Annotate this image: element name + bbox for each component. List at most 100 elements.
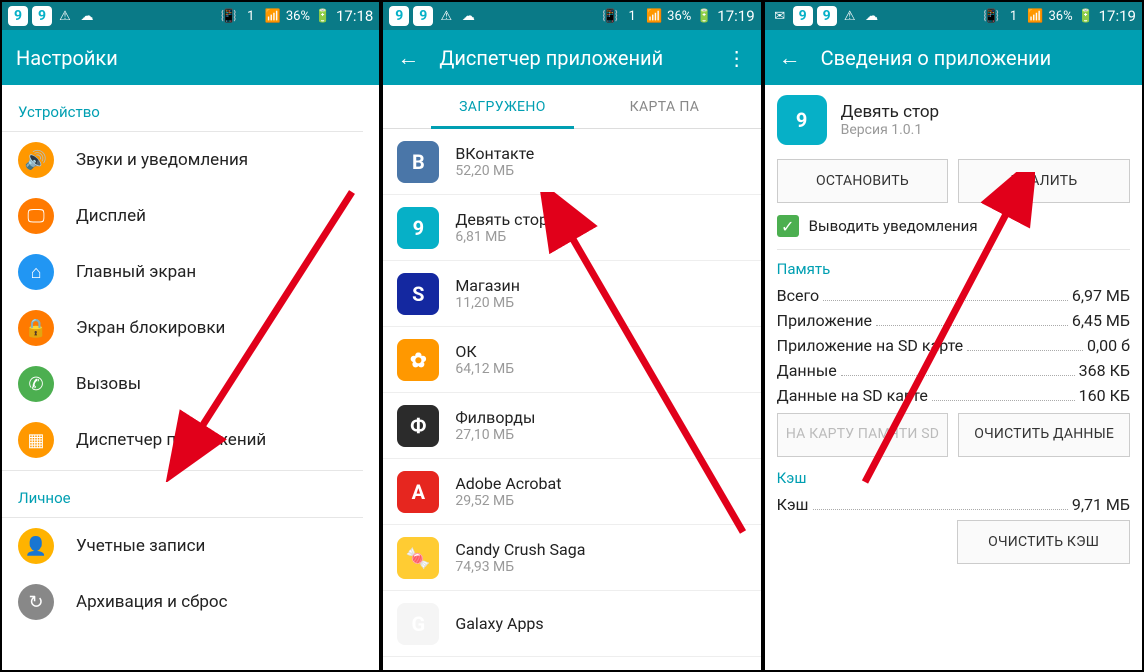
battery-icon: 🔋 (1077, 7, 1095, 25)
clock: 17:19 (717, 7, 754, 25)
appbar: ← Диспетчер приложений ⋮ (383, 30, 760, 85)
vibrate-icon: 📳 (982, 7, 1000, 25)
app-name: Девять стор (841, 102, 939, 122)
memory-key: Приложение на SD карте (777, 336, 963, 355)
settings-item-label: Диспетчер приложений (76, 430, 266, 450)
screen-settings: 9 9 ⚠ ☁ 📳 1 📶 36% 🔋 17:18 Настройки Устр… (0, 0, 381, 672)
settings-item[interactable]: 🔊Звуки и уведомления (2, 132, 379, 188)
app-list-item[interactable]: 9Девять стор6,81 МБ (383, 195, 760, 261)
section-cache: Кэш (777, 469, 1130, 487)
person-icon: 👤 (18, 528, 54, 564)
app-icon: B (397, 141, 439, 183)
app-size: 27,10 МБ (455, 427, 535, 443)
app-notification-icon: 9 (413, 6, 433, 26)
tab-downloaded[interactable]: ЗАГРУЖЕНО (383, 85, 621, 128)
settings-item-label: Главный экран (76, 262, 196, 282)
app-list-item[interactable]: ✿ОК64,12 МБ (383, 327, 760, 393)
signal-icon: 📶 (264, 7, 282, 25)
app-notification-icon: 9 (793, 6, 813, 26)
settings-item-label: Архивация и сброс (76, 592, 228, 612)
sim-icon: 1 (242, 7, 260, 25)
envelope-icon: ✉ (771, 7, 789, 25)
notifications-checkbox-row[interactable]: ✓ Выводить уведомления (777, 215, 1130, 237)
memory-row: Всего6,97 МБ (777, 286, 1130, 305)
app-size: 74,93 МБ (455, 559, 585, 575)
clock: 17:19 (1099, 7, 1136, 25)
section-header-personal: Личное (2, 471, 379, 515)
app-list-item[interactable]: SМагазин11,20 МБ (383, 261, 760, 327)
memory-row: Приложение6,45 МБ (777, 311, 1130, 330)
app-icon: G (397, 603, 439, 645)
stop-button[interactable]: ОСТАНОВИТЬ (777, 159, 949, 203)
app-list-item[interactable]: AAdobe Acrobat29,52 МБ (383, 459, 760, 525)
section-header-device: Устройство (2, 85, 379, 129)
signal-icon: 📶 (1026, 7, 1044, 25)
settings-item[interactable]: ▦ Диспетчер приложений (2, 412, 379, 468)
clock: 17:18 (336, 7, 373, 25)
memory-key: Приложение (777, 311, 872, 330)
memory-key: Данные (777, 361, 837, 380)
settings-item[interactable]: ⌂Главный экран (2, 244, 379, 300)
settings-item[interactable]: ↻ Архивация и сброс (2, 574, 379, 630)
battery-icon: 🔋 (314, 7, 332, 25)
app-icon: ✿ (397, 339, 439, 381)
settings-list: Устройство 🔊Звуки и уведомления🖵Дисплей⌂… (2, 85, 379, 630)
app-icon: 9 (777, 95, 827, 145)
back-button[interactable]: ← (779, 45, 801, 71)
app-header: 9 Девять стор Версия 1.0.1 (777, 95, 1130, 145)
clear-data-button[interactable]: ОЧИСТИТЬ ДАННЫЕ (958, 413, 1130, 457)
app-icon: Ф (397, 405, 439, 447)
settings-item-label: Звуки и уведомления (76, 150, 248, 170)
appbar: ← Сведения о приложении (765, 30, 1142, 85)
settings-item[interactable]: 🔒Экран блокировки (2, 300, 379, 356)
cloud-icon: ☁ (78, 7, 96, 25)
app-name: Adobe Acrobat (455, 474, 561, 493)
app-list[interactable]: BВКонтакте52,20 МБ9Девять стор6,81 МБSМа… (383, 129, 760, 657)
tabs: ЗАГРУЖЕНО КАРТА ПА (383, 85, 760, 129)
vibrate-icon: 📳 (601, 7, 619, 25)
memory-row: Приложение на SD карте0,00 б (777, 336, 1130, 355)
screen-app-info: ✉ 9 9 ⚠ ☁ 📳 1 📶 36% 🔋 17:19 ← Сведения о… (763, 0, 1144, 672)
app-list-item[interactable]: 🍬Candy Crush Saga74,93 МБ (383, 525, 760, 591)
apps-icon: ▦ (18, 422, 54, 458)
memory-row: Данные 368 КБ (777, 361, 1130, 380)
app-size: 52,20 МБ (455, 163, 534, 179)
uninstall-button[interactable]: УДАЛИТЬ (958, 159, 1130, 203)
warning-icon: ⚠ (56, 7, 74, 25)
overflow-menu-icon[interactable]: ⋮ (727, 46, 747, 70)
app-list-item[interactable]: ФФилворды27,10 МБ (383, 393, 760, 459)
settings-item[interactable]: ✆Вызовы (2, 356, 379, 412)
page-title: Диспетчер приложений (439, 46, 706, 70)
app-name: Магазин (455, 276, 520, 295)
tab-sdcard[interactable]: КАРТА ПА (622, 85, 761, 128)
display-icon: 🖵 (18, 198, 54, 234)
cloud-icon: ☁ (459, 7, 477, 25)
battery-icon: 🔋 (695, 7, 713, 25)
memory-value: 368 КБ (1079, 361, 1130, 380)
sim-icon: 1 (1004, 7, 1022, 25)
battery-text: 36% (286, 9, 310, 24)
app-name: Galaxy Apps (455, 614, 543, 633)
app-list-item[interactable]: BВКонтакте52,20 МБ (383, 129, 760, 195)
settings-item[interactable]: 🖵Дисплей (2, 188, 379, 244)
page-title: Настройки (16, 46, 365, 70)
backup-icon: ↻ (18, 584, 54, 620)
app-size: 29,52 МБ (455, 493, 561, 509)
memory-value: 160 КБ (1079, 386, 1130, 405)
app-size: 11,20 МБ (455, 295, 520, 311)
app-version: Версия 1.0.1 (841, 122, 939, 138)
app-icon: 9 (397, 207, 439, 249)
app-list-item[interactable]: G Galaxy Apps (383, 591, 760, 657)
clear-cache-button[interactable]: ОЧИСТИТЬ КЭШ (957, 520, 1130, 564)
battery-text: 36% (1048, 9, 1072, 24)
settings-item[interactable]: 👤 Учетные записи (2, 518, 379, 574)
app-notification-icon: 9 (32, 6, 52, 26)
move-sd-button: НА КАРТУ ПАМЯТИ SD (777, 413, 949, 457)
app-name: Candy Crush Saga (455, 540, 585, 559)
sim-icon: 1 (623, 7, 641, 25)
settings-item-label: Учетные записи (76, 536, 205, 556)
memory-value: 6,97 МБ (1072, 286, 1130, 305)
back-button[interactable]: ← (397, 45, 419, 71)
warning-icon: ⚠ (841, 7, 859, 25)
vibrate-icon: 📳 (220, 7, 238, 25)
